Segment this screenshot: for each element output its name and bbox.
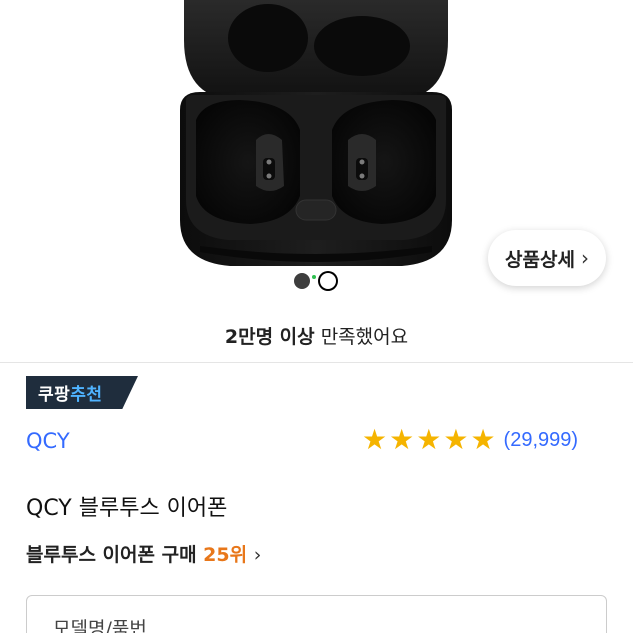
star-icon: ★	[416, 423, 442, 456]
review-count[interactable]: (29,999)	[504, 429, 579, 452]
chevron-down-icon: ⌄	[567, 624, 580, 633]
carousel-indicator	[294, 273, 336, 289]
product-image-carousel[interactable]: 상품상세 ›	[0, 0, 633, 300]
ranking-number: 25위	[203, 544, 248, 566]
satisfaction-count: 2만명 이상	[224, 326, 315, 348]
ranking-category: 블루투스 이어폰 구매	[26, 544, 204, 566]
chevron-right-icon: ›	[580, 246, 589, 270]
product-detail-label: 상품상세	[505, 248, 575, 271]
carousel-dot-active[interactable]	[320, 273, 336, 289]
section-divider	[0, 362, 633, 363]
coupang-recommend-badge: 쿠팡 추천	[26, 376, 138, 409]
star-icon: ★	[470, 423, 496, 456]
star-icon: ★	[362, 423, 388, 456]
carousel-dot[interactable]	[294, 273, 310, 289]
product-detail-button[interactable]: 상품상세 ›	[488, 230, 606, 286]
category-ranking-link[interactable]: 블루투스 이어폰 구매 25위 ›	[26, 540, 261, 567]
model-option-label: 모델명/품번	[53, 618, 147, 633]
product-rating[interactable]: ★ ★ ★ ★ ★ (29,999)	[362, 426, 578, 454]
model-option-select[interactable]: 모델명/품번 ⌄	[26, 595, 607, 633]
product-title: QCY 블루투스 이어폰	[26, 496, 228, 521]
satisfaction-banner: 2만명 이상 만족했어요	[0, 322, 633, 349]
satisfaction-text: 만족했어요	[314, 326, 409, 348]
badge-text-coupang: 쿠팡	[38, 385, 71, 405]
badge-text-recommend: 추천	[70, 385, 103, 405]
chevron-right-icon: ›	[253, 544, 262, 566]
star-icon: ★	[443, 423, 469, 456]
brand-link[interactable]: QCY	[26, 429, 70, 453]
star-icon: ★	[389, 423, 415, 456]
